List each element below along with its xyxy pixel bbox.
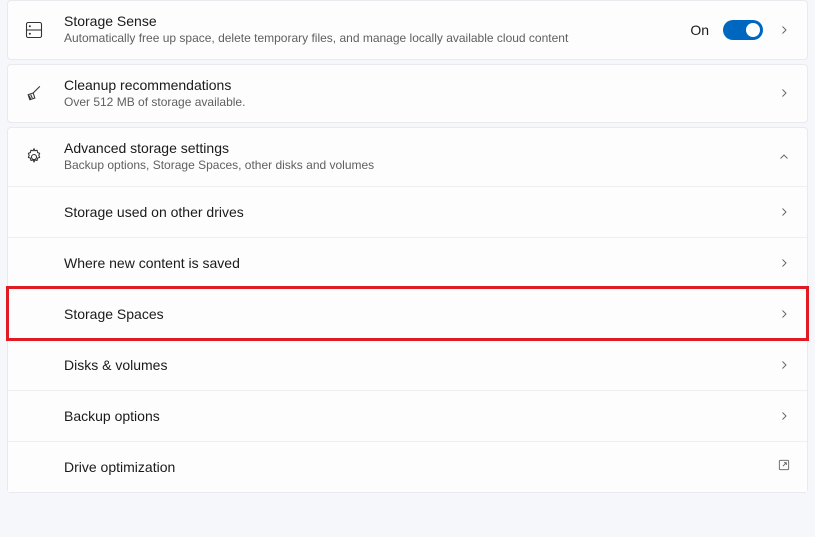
storage-sense-text: Storage Sense Automatically free up spac… xyxy=(64,13,690,47)
advanced-item-text: Disks & volumes xyxy=(24,357,777,373)
advanced-item-label: Storage Spaces xyxy=(64,306,777,322)
chevron-right-icon xyxy=(777,23,791,37)
advanced-item-label: Drive optimization xyxy=(64,459,777,475)
cleanup-subtitle: Over 512 MB of storage available. xyxy=(64,95,574,111)
storage-sense-title: Storage Sense xyxy=(64,13,690,29)
storage-sense-state-label: On xyxy=(690,22,709,38)
advanced-item-label: Backup options xyxy=(64,408,777,424)
advanced-item-text: Storage used on other drives xyxy=(24,204,777,220)
advanced-title: Advanced storage settings xyxy=(64,140,777,156)
chevron-right-icon xyxy=(777,358,791,372)
advanced-subtitle: Backup options, Storage Spaces, other di… xyxy=(64,158,574,174)
advanced-item-storage-used-on-other-drives[interactable]: Storage used on other drives xyxy=(8,186,807,237)
storage-sense-row[interactable]: Storage Sense Automatically free up spac… xyxy=(8,1,807,59)
chevron-right-icon xyxy=(777,256,791,270)
advanced-item-disks-volumes[interactable]: Disks & volumes xyxy=(8,339,807,390)
open-external-icon xyxy=(777,458,791,475)
advanced-item-text: Drive optimization xyxy=(24,459,777,475)
storage-sense-toggle[interactable] xyxy=(723,20,763,40)
cleanup-card[interactable]: Cleanup recommendations Over 512 MB of s… xyxy=(7,64,808,124)
chevron-up-icon xyxy=(777,150,791,164)
broom-icon xyxy=(24,83,64,103)
advanced-item-drive-optimization[interactable]: Drive optimization xyxy=(8,441,807,492)
chevron-right-icon xyxy=(777,409,791,423)
chevron-right-icon xyxy=(777,86,791,100)
advanced-item-label: Storage used on other drives xyxy=(64,204,777,220)
advanced-item-text: Where new content is saved xyxy=(24,255,777,271)
advanced-text: Advanced storage settings Backup options… xyxy=(64,140,777,174)
advanced-item-text: Backup options xyxy=(24,408,777,424)
advanced-item-label: Disks & volumes xyxy=(64,357,777,373)
chevron-right-icon xyxy=(777,205,791,219)
advanced-item-where-new-content-is-saved[interactable]: Where new content is saved xyxy=(8,237,807,288)
advanced-item-storage-spaces[interactable]: Storage Spaces xyxy=(8,288,807,339)
advanced-item-label: Where new content is saved xyxy=(64,255,777,271)
gear-icon xyxy=(24,147,64,167)
advanced-card: Advanced storage settings Backup options… xyxy=(7,127,808,493)
advanced-item-backup-options[interactable]: Backup options xyxy=(8,390,807,441)
storage-icon xyxy=(24,20,64,40)
advanced-item-text: Storage Spaces xyxy=(24,306,777,322)
advanced-sub-list: Storage used on other drives Where new co… xyxy=(8,186,807,492)
cleanup-title: Cleanup recommendations xyxy=(64,77,777,93)
cleanup-text: Cleanup recommendations Over 512 MB of s… xyxy=(64,77,777,111)
storage-sense-card[interactable]: Storage Sense Automatically free up spac… xyxy=(7,0,808,60)
storage-sense-subtitle: Automatically free up space, delete temp… xyxy=(64,31,574,47)
advanced-header-row[interactable]: Advanced storage settings Backup options… xyxy=(8,128,807,186)
chevron-right-icon xyxy=(777,307,791,321)
cleanup-row[interactable]: Cleanup recommendations Over 512 MB of s… xyxy=(8,65,807,123)
